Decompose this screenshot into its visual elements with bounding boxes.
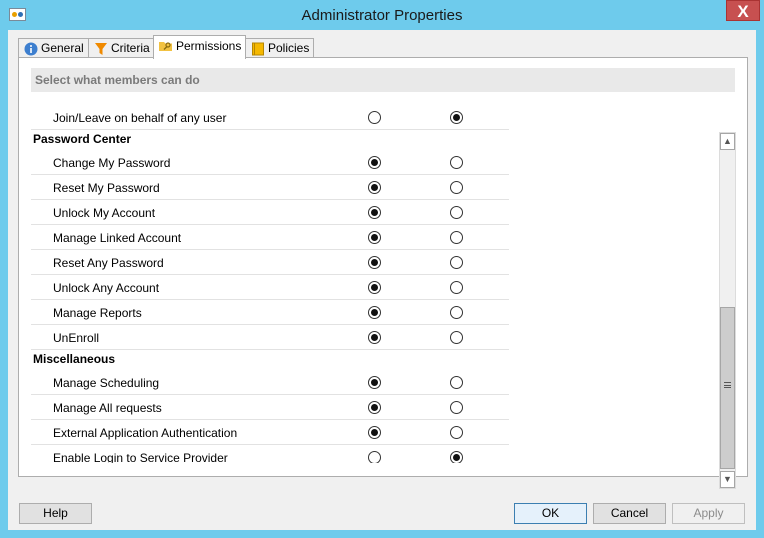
- permission-label: Unlock My Account: [53, 206, 156, 220]
- window: Administrator Properties X General Crite…: [0, 0, 764, 538]
- permission-row: Reset My Password: [31, 175, 509, 200]
- allow-radio[interactable]: [368, 451, 381, 463]
- allow-radio[interactable]: [368, 111, 381, 124]
- permission-row: External Application Authentication: [31, 420, 509, 445]
- deny-radio[interactable]: [450, 451, 463, 463]
- close-button[interactable]: X: [726, 0, 760, 21]
- permission-row: Unlock Any Account: [31, 275, 509, 300]
- section-header: Select what members can do: [31, 68, 735, 92]
- deny-radio[interactable]: [450, 281, 463, 294]
- deny-radio[interactable]: [450, 306, 463, 319]
- permission-row: Manage All requests: [31, 395, 509, 420]
- group-label: Miscellaneous: [33, 352, 116, 366]
- deny-radio[interactable]: [450, 401, 463, 414]
- title-bar[interactable]: Administrator Properties X: [0, 0, 764, 30]
- permission-row: Change My Password: [31, 150, 509, 175]
- permission-group-header: Password Center: [31, 130, 509, 150]
- scroll-thumb[interactable]: [720, 307, 735, 469]
- deny-radio[interactable]: [450, 426, 463, 439]
- permission-label: UnEnroll: [53, 331, 100, 345]
- permission-label: Join/Leave on behalf of any user: [53, 111, 227, 125]
- tab-criteria-label: Criteria: [111, 41, 150, 55]
- tab-policies[interactable]: Policies: [245, 38, 314, 58]
- allow-radio[interactable]: [368, 331, 381, 344]
- permission-label: Unlock Any Account: [53, 281, 160, 295]
- permission-label: Reset Any Password: [53, 256, 164, 270]
- permission-row: Unlock My Account: [31, 200, 509, 225]
- permission-label: Manage All requests: [53, 401, 162, 415]
- scroll-down-button[interactable]: ▼: [720, 471, 735, 488]
- allow-radio[interactable]: [368, 181, 381, 194]
- permission-row: Manage Scheduling: [31, 370, 509, 395]
- permission-label: Enable Login to Service Provider: [53, 451, 228, 463]
- permissions-panel: Select what members can do Join/Leave on…: [18, 57, 748, 489]
- grip-icon: [724, 382, 731, 388]
- info-icon: [24, 42, 38, 56]
- tab-policies-label: Policies: [268, 41, 310, 55]
- permission-row: UnEnroll: [31, 325, 509, 350]
- deny-radio[interactable]: [450, 111, 463, 124]
- folder-key-icon: [159, 42, 172, 51]
- permission-label: Manage Scheduling: [53, 376, 160, 390]
- window-title: Administrator Properties: [301, 7, 463, 24]
- permission-row: Reset Any Password: [31, 250, 509, 275]
- help-button[interactable]: Help: [19, 503, 92, 524]
- policy-book-icon: [252, 42, 264, 56]
- vertical-scrollbar[interactable]: ▲ ▼: [719, 132, 736, 489]
- allow-radio[interactable]: [368, 256, 381, 269]
- deny-radio[interactable]: [450, 181, 463, 194]
- allow-radio[interactable]: [368, 231, 381, 244]
- permission-row: Join/Leave on behalf of any user: [31, 105, 509, 130]
- funnel-icon: [95, 43, 107, 55]
- scroll-up-button[interactable]: ▲: [720, 133, 735, 150]
- tab-general-label: General: [41, 41, 84, 55]
- permission-row: Enable Login to Service Provider: [31, 445, 509, 463]
- permission-label: External Application Authentication: [53, 426, 238, 440]
- deny-radio[interactable]: [450, 331, 463, 344]
- permission-label: Change My Password: [53, 156, 171, 170]
- deny-radio[interactable]: [450, 256, 463, 269]
- apply-button[interactable]: Apply: [672, 503, 745, 524]
- permission-label: Reset My Password: [53, 181, 160, 195]
- ok-button[interactable]: OK: [514, 503, 587, 524]
- permission-label: Manage Linked Account: [53, 231, 182, 245]
- allow-radio[interactable]: [368, 156, 381, 169]
- allow-radio[interactable]: [368, 401, 381, 414]
- cancel-button[interactable]: Cancel: [593, 503, 666, 524]
- allow-radio[interactable]: [368, 281, 381, 294]
- tab-criteria[interactable]: Criteria: [88, 38, 154, 58]
- deny-radio[interactable]: [450, 376, 463, 389]
- tab-general[interactable]: General: [18, 38, 89, 58]
- permission-row: Manage Reports: [31, 300, 509, 325]
- permissions-list: Join/Leave on behalf of any user Password…: [31, 105, 721, 463]
- permission-row: Manage Linked Account: [31, 225, 509, 250]
- dialog-client-area: General Criteria Permissions Policies Se…: [8, 30, 756, 530]
- allow-radio[interactable]: [368, 306, 381, 319]
- permission-group-header: Miscellaneous: [31, 350, 509, 370]
- deny-radio[interactable]: [450, 231, 463, 244]
- tab-permissions-label: Permissions: [176, 39, 242, 53]
- allow-radio[interactable]: [368, 426, 381, 439]
- tab-permissions[interactable]: Permissions: [153, 35, 246, 59]
- deny-radio[interactable]: [450, 156, 463, 169]
- allow-radio[interactable]: [368, 376, 381, 389]
- permission-label: Manage Reports: [53, 306, 142, 320]
- group-label: Password Center: [33, 132, 132, 146]
- allow-radio[interactable]: [368, 206, 381, 219]
- deny-radio[interactable]: [450, 206, 463, 219]
